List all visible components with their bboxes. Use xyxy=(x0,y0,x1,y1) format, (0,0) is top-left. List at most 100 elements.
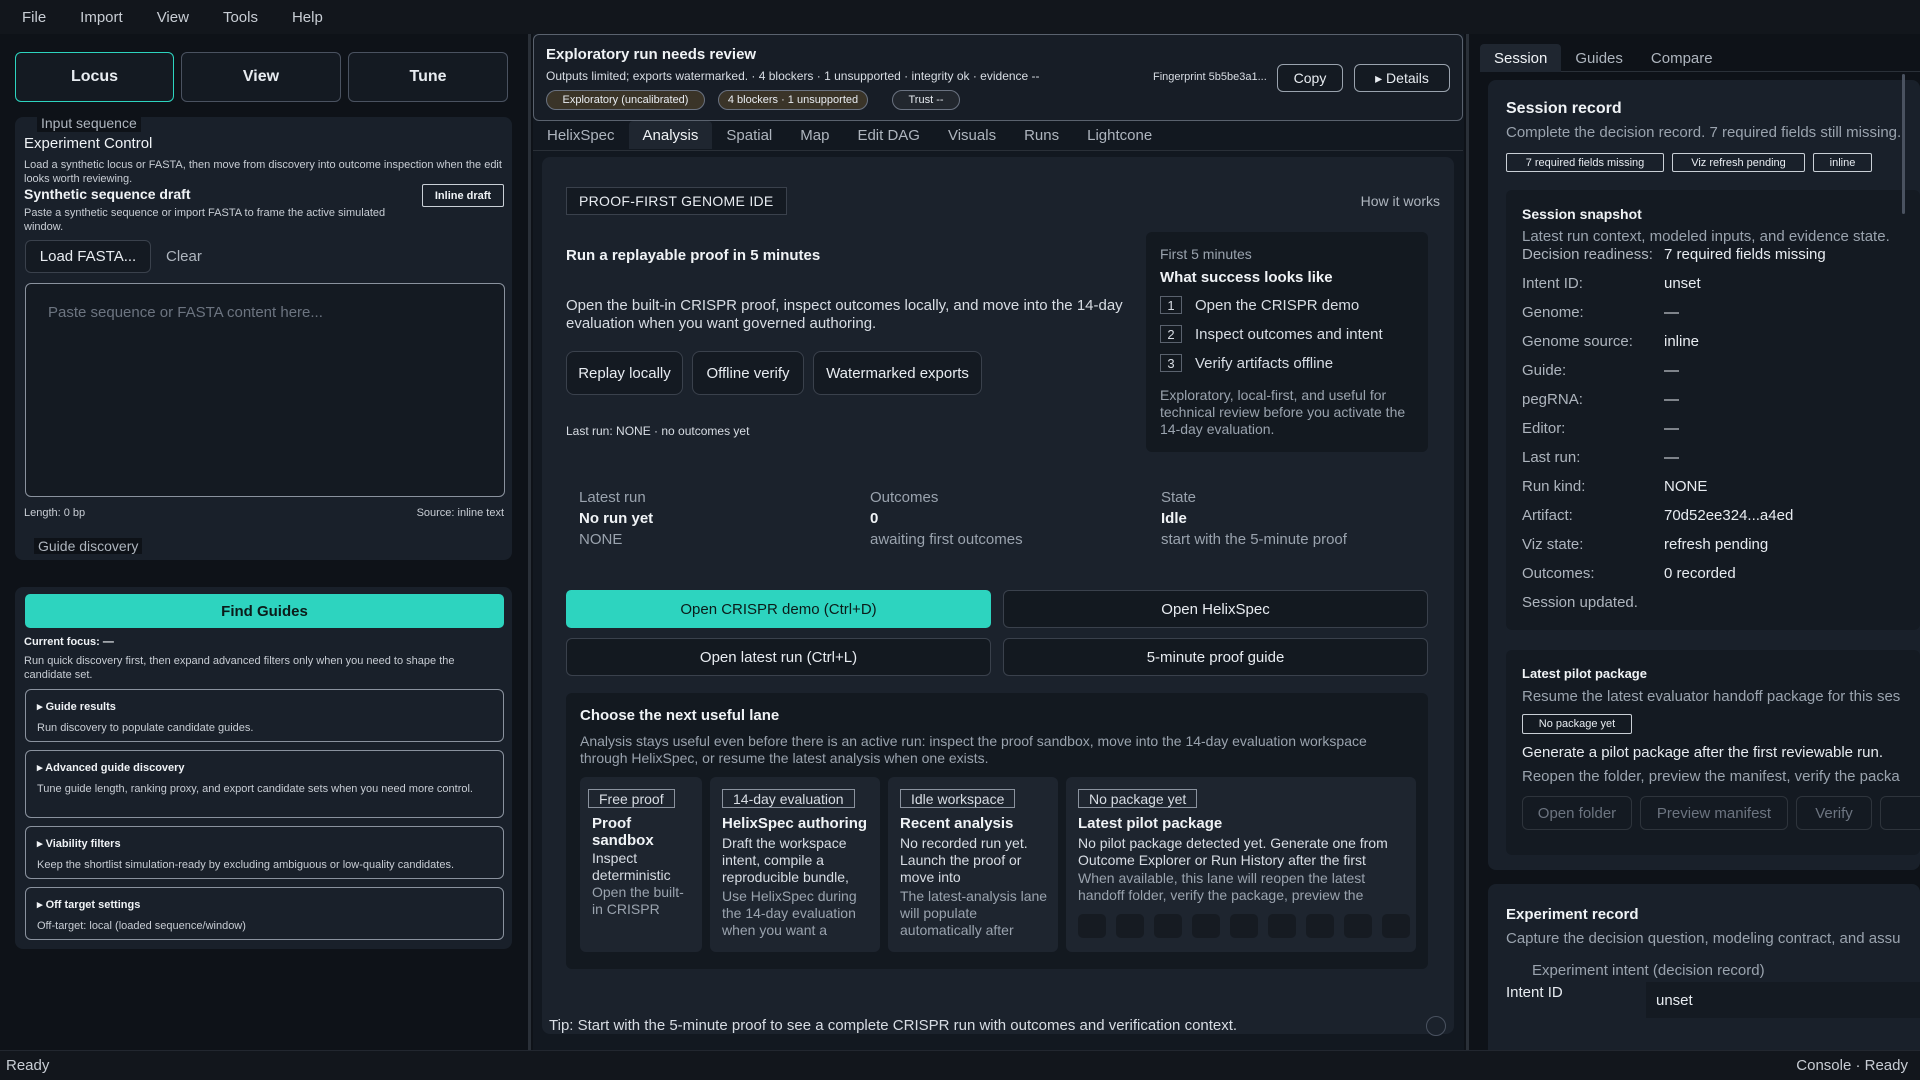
field-value: inline xyxy=(1664,333,1700,350)
lane-pilot-action-placeholders xyxy=(1078,914,1410,938)
lane-free-proof[interactable]: Free proof Proof sandbox Inspect determi… xyxy=(580,777,702,952)
menu-import[interactable]: Import xyxy=(80,9,123,26)
tab-spatial[interactable]: Spatial xyxy=(712,121,786,149)
copy-fingerprint-button[interactable]: Copy xyxy=(1277,64,1343,92)
mode-tab-locus[interactable]: Locus xyxy=(15,52,174,102)
lane-pilot-package[interactable]: No package yet Latest pilot package No p… xyxy=(1066,777,1416,952)
placeholder-button xyxy=(1154,914,1182,938)
lane-pilot-title: Latest pilot package xyxy=(1078,815,1223,832)
tab-visuals[interactable]: Visuals xyxy=(934,121,1010,149)
replay-locally-button[interactable]: Replay locally xyxy=(566,351,683,395)
placeholder-button xyxy=(1382,914,1410,938)
off-target-settings-section[interactable]: ▸ Off target settings Off-target: local … xyxy=(25,887,504,940)
lane-idle-workspace[interactable]: Idle workspace Recent analysis No record… xyxy=(888,777,1058,952)
field-label: Guide: xyxy=(1522,362,1567,379)
menu-tools[interactable]: Tools xyxy=(223,9,258,26)
right-column: Session Guides Compare Session record Co… xyxy=(1470,34,1920,1050)
tab-session[interactable]: Session xyxy=(1480,44,1562,72)
guide-results-section[interactable]: ▸ Guide results Run discovery to populat… xyxy=(25,689,504,742)
first-five-minutes-card: First 5 minutes What success looks like … xyxy=(1146,232,1428,452)
offline-verify-button[interactable]: Offline verify xyxy=(692,351,804,395)
clear-button[interactable]: Clear xyxy=(166,248,202,265)
load-fasta-button[interactable]: Load FASTA... xyxy=(25,240,151,273)
overflow-button[interactable] xyxy=(1880,796,1920,830)
lane-14-day-evaluation[interactable]: 14-day evaluation HelixSpec authoring Dr… xyxy=(710,777,880,952)
open-helixspec-button[interactable]: Open HelixSpec xyxy=(1003,590,1428,628)
status-bar: Ready Console · Ready xyxy=(0,1050,1920,1080)
step-3-text: Verify artifacts offline xyxy=(1195,354,1334,372)
field-value: refresh pending xyxy=(1664,536,1769,553)
tab-map[interactable]: Map xyxy=(786,121,843,149)
tab-compare[interactable]: Compare xyxy=(1637,44,1727,72)
open-latest-run-button[interactable]: Open latest run (Ctrl+L) xyxy=(566,638,991,676)
intent-id-input[interactable]: unset xyxy=(1646,982,1920,1018)
menu-help[interactable]: Help xyxy=(292,9,323,26)
field-value: — xyxy=(1664,304,1679,321)
sequence-textarea[interactable]: Paste sequence or FASTA content here... xyxy=(25,283,505,497)
guide-discovery-body: Find Guides Current focus: — Run quick d… xyxy=(15,587,512,949)
stat-state-label: State xyxy=(1161,489,1197,506)
lane-free-proof-more: Open the built-in CRISPR xyxy=(592,884,684,917)
field-label: Genome source: xyxy=(1522,333,1633,350)
session-updated: Session updated. xyxy=(1522,594,1638,611)
menu-file[interactable]: File xyxy=(22,9,46,26)
guide-discovery-title: Guide discovery xyxy=(34,538,143,554)
verify-button[interactable]: Verify xyxy=(1796,796,1872,830)
open-folder-button[interactable]: Open folder xyxy=(1522,796,1632,830)
session-snapshot: Session snapshot Latest run context, mod… xyxy=(1506,190,1920,630)
proof-guide-button[interactable]: 5-minute proof guide xyxy=(1003,638,1428,676)
tab-helixspec[interactable]: HelixSpec xyxy=(533,121,629,149)
details-button[interactable]: ▸ Details xyxy=(1354,64,1450,92)
field-label: Viz state: xyxy=(1522,536,1584,553)
step-3: 3 Verify artifacts offline xyxy=(1160,354,1333,372)
placeholder-button xyxy=(1116,914,1144,938)
watermarked-exports-button[interactable]: Watermarked exports xyxy=(813,351,982,395)
review-banner: Exploratory run needs review Outputs lim… xyxy=(533,34,1463,121)
stat-outcomes: Outcomes 0 awaiting first outcomes xyxy=(870,489,1140,548)
field-label: Genome: xyxy=(1522,304,1584,321)
tab-edit-dag[interactable]: Edit DAG xyxy=(843,121,934,149)
right-scrollbar[interactable] xyxy=(1902,74,1905,214)
mode-tab-view[interactable]: View xyxy=(181,52,341,102)
field-editor: Editor: — xyxy=(1522,414,1920,443)
tip-dismiss-icon[interactable] xyxy=(1426,1016,1446,1036)
mode-tab-tune[interactable]: Tune xyxy=(348,52,508,102)
viability-filters-section[interactable]: ▸ Viability filters Keep the shortlist s… xyxy=(25,826,504,879)
tab-runs[interactable]: Runs xyxy=(1010,121,1073,149)
stat-state-value: Idle xyxy=(1161,510,1187,527)
session-record-card: Session record Complete the decision rec… xyxy=(1488,80,1920,870)
field-label: Intent ID: xyxy=(1522,275,1583,292)
left-splitter[interactable] xyxy=(528,34,531,1050)
guide-results-title: ▸ Guide results xyxy=(37,701,116,713)
preview-manifest-button[interactable]: Preview manifest xyxy=(1640,796,1788,830)
how-it-works-link[interactable]: How it works xyxy=(1361,193,1440,209)
find-guides-button[interactable]: Find Guides xyxy=(25,594,504,628)
input-sequence-panel: Input sequence Experiment Control Load a… xyxy=(15,114,512,560)
experiment-record-card: Experiment record Capture the decision q… xyxy=(1488,884,1920,1050)
field-label: Artifact: xyxy=(1522,507,1573,524)
inline-chip: inline xyxy=(1813,153,1872,172)
menu-view[interactable]: View xyxy=(157,9,189,26)
field-viz-state: Viz state: refresh pending xyxy=(1522,530,1920,559)
tab-guides[interactable]: Guides xyxy=(1561,44,1637,72)
open-crispr-demo-button[interactable]: Open CRISPR demo (Ctrl+D) xyxy=(566,590,991,628)
pilot-reopen-text: Reopen the folder, preview the manifest,… xyxy=(1522,768,1900,785)
tab-lightcone[interactable]: Lightcone xyxy=(1073,121,1166,149)
first5-kicker: First 5 minutes xyxy=(1160,246,1252,262)
placeholder-button xyxy=(1078,914,1106,938)
input-sequence-title: Input sequence xyxy=(37,114,141,132)
tab-analysis[interactable]: Analysis xyxy=(628,121,713,149)
field-label: Editor: xyxy=(1522,420,1566,437)
off-target-title: ▸ Off target settings xyxy=(37,899,141,911)
advanced-discovery-desc: Tune guide length, ranking proxy, and ex… xyxy=(37,783,473,795)
stat-latest-run-label: Latest run xyxy=(579,489,646,506)
placeholder-button xyxy=(1306,914,1334,938)
field-run-kind: Run kind: NONE xyxy=(1522,472,1920,501)
field-value: NONE xyxy=(1664,478,1708,495)
advanced-guide-discovery-section[interactable]: ▸ Advanced guide discovery Tune guide le… xyxy=(25,750,504,818)
field-label: Outcomes: xyxy=(1522,565,1595,582)
step-2: 2 Inspect outcomes and intent xyxy=(1160,325,1383,343)
right-splitter[interactable] xyxy=(1466,34,1469,1050)
lanes-card: Choose the next useful lane Analysis sta… xyxy=(566,693,1428,969)
ide-label: PROOF-FIRST GENOME IDE xyxy=(566,187,787,215)
